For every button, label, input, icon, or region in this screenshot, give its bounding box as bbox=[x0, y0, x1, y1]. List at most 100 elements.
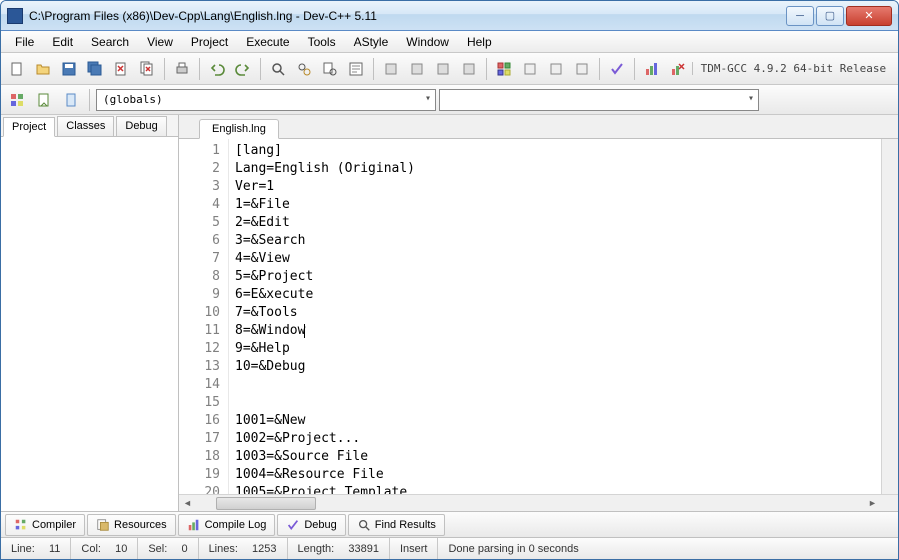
tab-debug[interactable]: Debug bbox=[116, 116, 166, 136]
close-all-button[interactable] bbox=[135, 57, 159, 81]
minimize-button[interactable]: ─ bbox=[786, 6, 814, 26]
app-icon bbox=[7, 8, 23, 24]
chart-button[interactable] bbox=[640, 57, 664, 81]
code-line[interactable]: 10=&Debug bbox=[235, 358, 875, 376]
code-line[interactable]: Lang=English (Original) bbox=[235, 160, 875, 178]
open-button[interactable] bbox=[31, 57, 55, 81]
check-button[interactable] bbox=[605, 57, 629, 81]
close-button[interactable]: ✕ bbox=[846, 6, 892, 26]
project-tree[interactable] bbox=[1, 137, 178, 511]
btab-find-results[interactable]: Find Results bbox=[348, 514, 445, 536]
member-combo[interactable] bbox=[439, 89, 759, 111]
run-button[interactable] bbox=[405, 57, 429, 81]
code-line[interactable]: 1003=&Source File bbox=[235, 448, 875, 466]
body-area: Project Classes Debug English.lng 123456… bbox=[1, 115, 898, 511]
close-file-button[interactable] bbox=[109, 57, 133, 81]
scope-combo[interactable]: (globals) bbox=[96, 89, 436, 111]
menubar: File Edit Search View Project Execute To… bbox=[1, 31, 898, 53]
debug-button[interactable] bbox=[492, 57, 516, 81]
code-line[interactable]: 5=&Project bbox=[235, 268, 875, 286]
secondary-toolbar: (globals) bbox=[1, 85, 898, 115]
menu-tools[interactable]: Tools bbox=[300, 33, 344, 51]
code-line[interactable]: 2=&Edit bbox=[235, 214, 875, 232]
scope-combo-value: (globals) bbox=[103, 93, 163, 106]
bookmark-button[interactable] bbox=[59, 88, 83, 112]
menu-project[interactable]: Project bbox=[183, 33, 236, 51]
code-line[interactable]: Ver=1 bbox=[235, 178, 875, 196]
stop-button[interactable] bbox=[518, 57, 542, 81]
code-line[interactable]: [lang] bbox=[235, 142, 875, 160]
status-mode: Insert bbox=[390, 538, 439, 559]
main-window: C:\Program Files (x86)\Dev-Cpp\Lang\Engl… bbox=[0, 0, 899, 560]
status-line: Line: 11 bbox=[1, 538, 71, 559]
code-view[interactable]: [lang]Lang=English (Original)Ver=11=&Fil… bbox=[229, 139, 881, 494]
vertical-scrollbar[interactable] bbox=[881, 139, 898, 494]
delete-chart-button[interactable] bbox=[666, 57, 690, 81]
code-line[interactable]: 8=&Window bbox=[235, 322, 875, 340]
btab-compiler[interactable]: Compiler bbox=[5, 514, 85, 536]
find-in-files-button[interactable] bbox=[318, 57, 342, 81]
new-class-button[interactable] bbox=[32, 88, 56, 112]
menu-view[interactable]: View bbox=[139, 33, 181, 51]
code-line[interactable]: 4=&View bbox=[235, 250, 875, 268]
maximize-button[interactable]: ▢ bbox=[816, 6, 844, 26]
code-line[interactable]: 1001=&New bbox=[235, 412, 875, 430]
redo-button[interactable] bbox=[231, 57, 255, 81]
menu-execute[interactable]: Execute bbox=[238, 33, 297, 51]
replace-button[interactable] bbox=[292, 57, 316, 81]
compile-button[interactable] bbox=[379, 57, 403, 81]
file-tabs: English.lng bbox=[179, 115, 898, 139]
class-browser-button[interactable] bbox=[5, 88, 29, 112]
left-tabs: Project Classes Debug bbox=[1, 115, 178, 137]
scroll-left-icon[interactable]: ◄ bbox=[179, 495, 196, 511]
statusbar: Line: 11 Col: 10 Sel: 0 Lines: 1253 Leng… bbox=[1, 537, 898, 559]
code-line[interactable]: 9=&Help bbox=[235, 340, 875, 358]
window-title: C:\Program Files (x86)\Dev-Cpp\Lang\Engl… bbox=[29, 9, 786, 23]
print-button[interactable] bbox=[170, 57, 194, 81]
menu-astyle[interactable]: AStyle bbox=[346, 33, 397, 51]
save-all-button[interactable] bbox=[83, 57, 107, 81]
code-line[interactable]: 1004=&Resource File bbox=[235, 466, 875, 484]
menu-search[interactable]: Search bbox=[83, 33, 137, 51]
line-gutter: 1234567891011121314151617181920212223 bbox=[179, 139, 229, 494]
compile-run-button[interactable] bbox=[431, 57, 455, 81]
profile-button[interactable] bbox=[544, 57, 568, 81]
horizontal-scrollbar[interactable]: ◄ ► bbox=[179, 494, 898, 511]
bottom-tabs: Compiler Resources Compile Log Debug Fin… bbox=[1, 511, 898, 537]
goto-button[interactable] bbox=[344, 57, 368, 81]
code-line[interactable]: 7=&Tools bbox=[235, 304, 875, 322]
status-parse: Done parsing in 0 seconds bbox=[438, 538, 898, 559]
code-line[interactable] bbox=[235, 394, 875, 412]
rebuild-button[interactable] bbox=[457, 57, 481, 81]
btab-compile-log[interactable]: Compile Log bbox=[178, 514, 276, 536]
file-tab-active[interactable]: English.lng bbox=[199, 119, 279, 139]
compiler-selector[interactable]: TDM-GCC 4.9.2 64-bit Release bbox=[692, 62, 894, 75]
code-line[interactable]: 1002=&Project... bbox=[235, 430, 875, 448]
code-line[interactable]: 6=E&xecute bbox=[235, 286, 875, 304]
undo-button[interactable] bbox=[205, 57, 229, 81]
code-line[interactable]: 1=&File bbox=[235, 196, 875, 214]
editor[interactable]: 1234567891011121314151617181920212223 [l… bbox=[179, 139, 898, 494]
code-line[interactable] bbox=[235, 376, 875, 394]
scroll-right-icon[interactable]: ► bbox=[864, 495, 881, 511]
find-button[interactable] bbox=[266, 57, 290, 81]
menu-help[interactable]: Help bbox=[459, 33, 500, 51]
btab-debug[interactable]: Debug bbox=[277, 514, 345, 536]
code-line[interactable]: 1005=&Project Template... bbox=[235, 484, 875, 494]
editor-area: English.lng 1234567891011121314151617181… bbox=[179, 115, 898, 511]
new-file-button[interactable] bbox=[5, 57, 29, 81]
tab-classes[interactable]: Classes bbox=[57, 116, 114, 136]
menu-file[interactable]: File bbox=[7, 33, 42, 51]
tab-project[interactable]: Project bbox=[3, 117, 55, 137]
profile2-button[interactable] bbox=[570, 57, 594, 81]
btab-resources[interactable]: Resources bbox=[87, 514, 176, 536]
code-line[interactable]: 3=&Search bbox=[235, 232, 875, 250]
titlebar[interactable]: C:\Program Files (x86)\Dev-Cpp\Lang\Engl… bbox=[1, 1, 898, 31]
status-length: Length: 33891 bbox=[288, 538, 390, 559]
menu-edit[interactable]: Edit bbox=[44, 33, 81, 51]
main-toolbar: TDM-GCC 4.9.2 64-bit Release bbox=[1, 53, 898, 85]
scroll-thumb[interactable] bbox=[216, 497, 316, 510]
status-sel: Sel: 0 bbox=[138, 538, 198, 559]
menu-window[interactable]: Window bbox=[398, 33, 457, 51]
save-button[interactable] bbox=[57, 57, 81, 81]
